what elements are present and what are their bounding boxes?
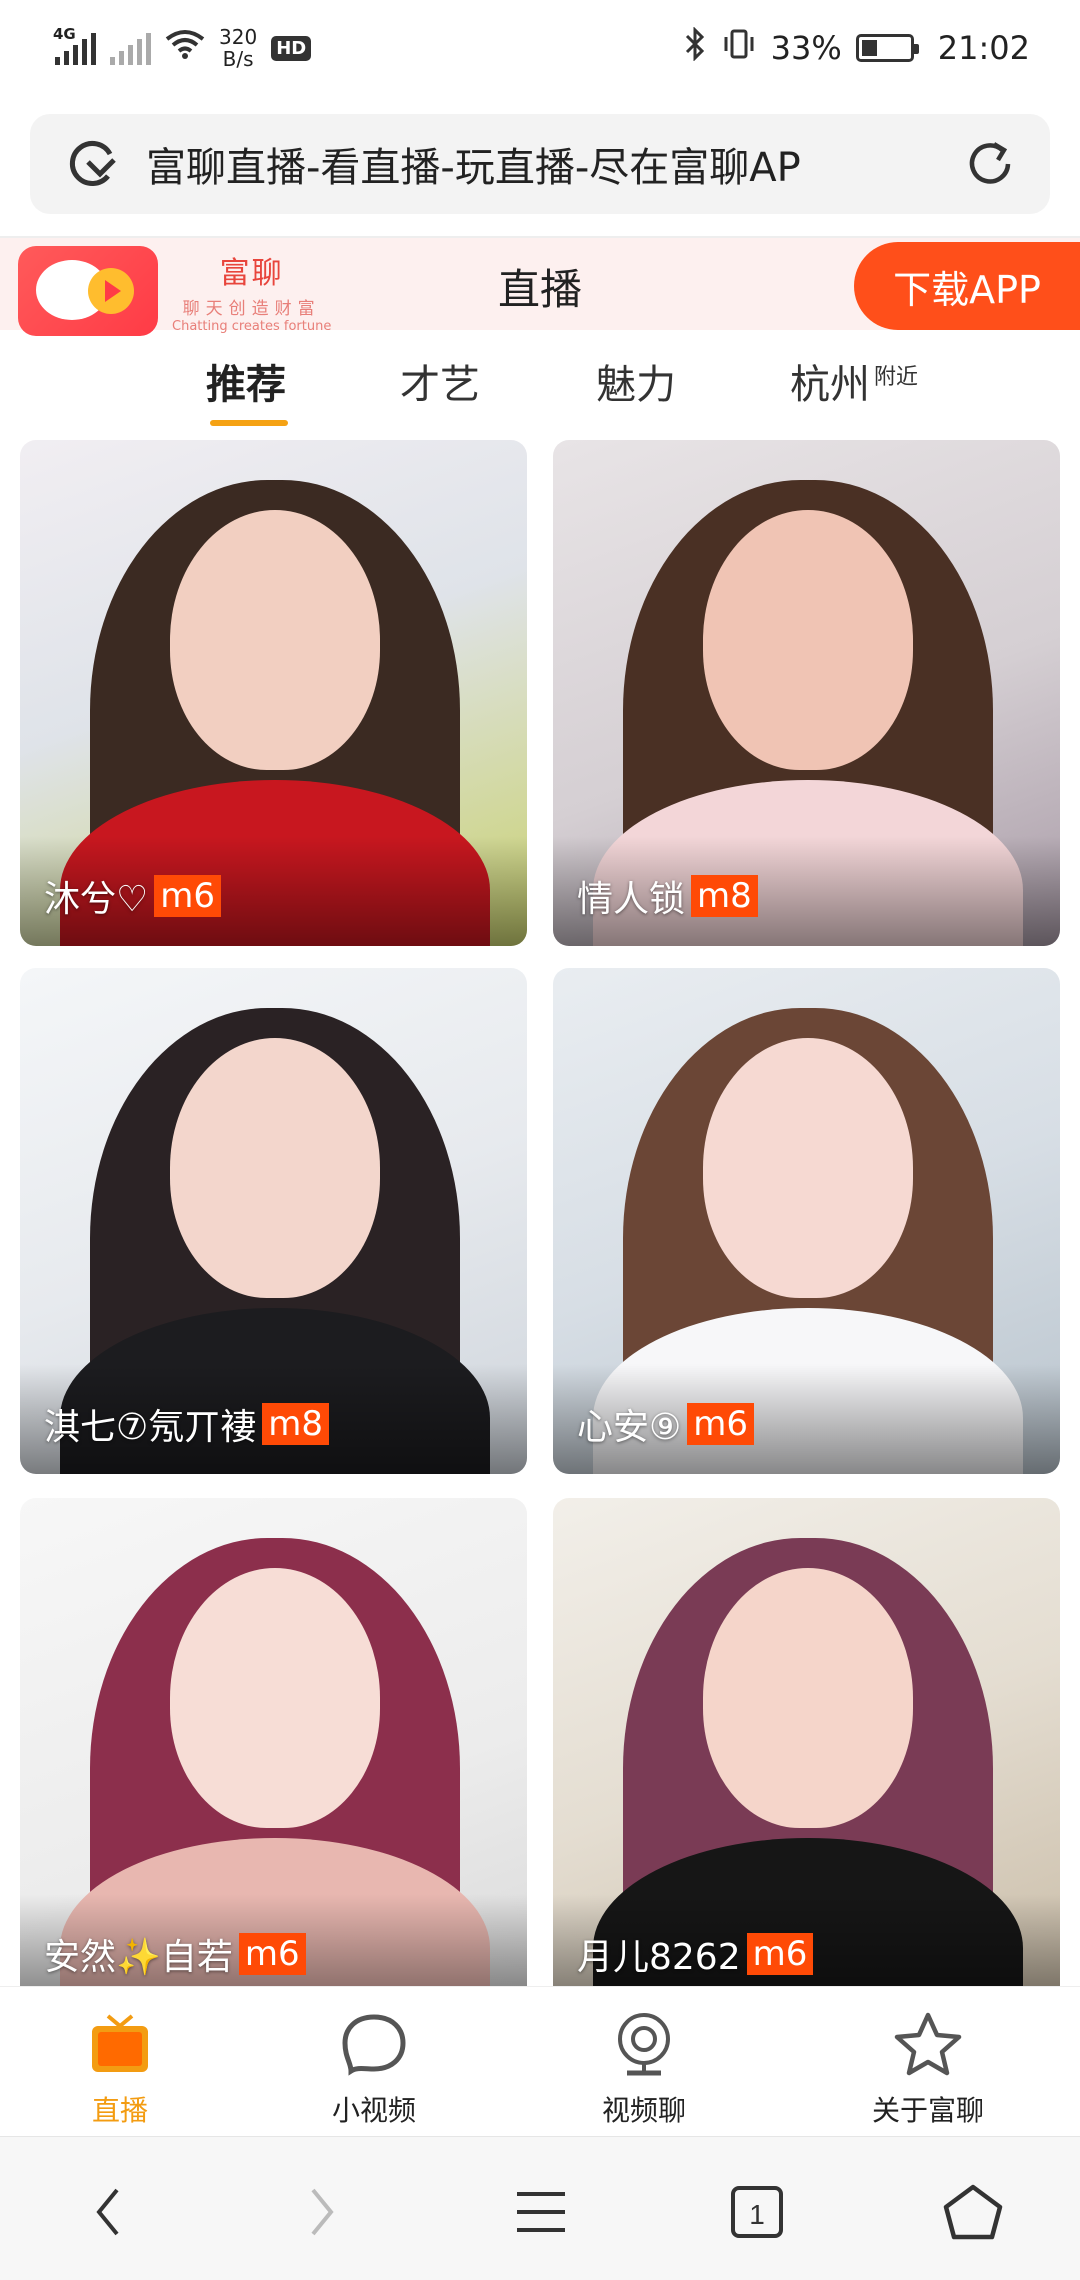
tab-charm[interactable]: 魅力 [596,352,676,410]
active-tab-indicator [210,420,288,426]
battery-icon [855,34,919,62]
tab-label: 推荐 [206,362,286,408]
vibrate-icon [721,28,757,68]
stream-card[interactable]: 沐兮♡ m6 [20,440,527,946]
secondary-signal-icon [110,31,151,65]
stream-card[interactable]: 淇七⑦氖丌褄 m8 [20,968,527,1474]
stream-card[interactable]: 心安⑨ m6 [553,968,1060,1474]
tabs-count-icon[interactable]: 1 [712,2167,802,2257]
streamer-name: 淇七⑦氖丌褄 [44,1407,257,1448]
clock: 21:02 [937,29,1030,67]
back-icon[interactable] [62,2167,152,2257]
nav-about[interactable]: 关于富聊 [828,2005,1028,2129]
nav-live[interactable]: 直播 [20,2005,220,2129]
address-bar[interactable]: 富聊直播-看直播-玩直播-尽在富聊AP [30,114,1050,214]
nav-label: 小视频 [331,2094,416,2127]
level-badge: m8 [691,875,758,917]
stream-card[interactable]: 情人锁 m8 [553,440,1060,946]
speed-value: 320 [219,25,258,49]
tab-label: 才艺 [400,362,480,408]
network-speed: 320 B/s [219,26,257,70]
streamer-name: 安然✨自若 [44,1937,233,1978]
tab-label: 杭州 [790,362,870,408]
home-icon[interactable] [928,2167,1018,2257]
status-bar: 4G 320 B/s HD 33% 21:02 [0,0,1080,96]
stream-grid: 沐兮♡ m6 情人锁 m8 淇七⑦氖丌褄 m8 心安⑨ m6 安然✨自若 m6 … [20,440,1060,1986]
stream-card[interactable]: 安然✨自若 m6 [20,1498,527,1986]
battery-percent: 33% [770,29,842,67]
streamer-name: 情人锁 [577,879,686,920]
speech-bubble-icon [274,2005,474,2083]
svg-text:1: 1 [749,2199,765,2230]
nav-video-chat[interactable]: 视频聊 [544,2005,744,2129]
status-left: 4G 320 B/s HD [53,25,312,70]
nav-label: 直播 [91,2094,148,2127]
download-app-button[interactable]: 下载APP [854,242,1080,330]
forward-icon[interactable] [278,2167,368,2257]
tab-talent[interactable]: 才艺 [400,352,480,410]
site-header: 富聊 聊天创造财富 Chatting creates fortune 直播 下载… [0,236,1080,336]
nav-short-video[interactable]: 小视频 [274,2005,474,2129]
streamer-name: 沐兮♡ [44,879,149,920]
bluetooth-icon [683,26,707,69]
tab-nearby[interactable]: 杭州 附近 [790,352,918,410]
page-title[interactable]: 富聊直播-看直播-玩直播-尽在富聊AP [146,135,960,193]
wifi-icon [165,29,205,67]
level-badge: m6 [154,875,222,917]
stream-card[interactable]: 月儿8262 m6 [553,1498,1060,1986]
nav-label: 关于富聊 [871,2094,984,2127]
menu-icon[interactable] [496,2167,586,2257]
status-right: 33% 21:02 [683,26,1030,69]
tab-recommend[interactable]: 推荐 [206,352,286,410]
category-tabs: 推荐 才艺 魅力 杭州 附近 [0,330,1080,432]
tv-icon [20,2005,220,2083]
system-navigation-bar: 1 [0,2136,1080,2280]
level-badge: m6 [238,1933,306,1975]
tab-sublabel: 附近 [874,365,919,390]
tab-label: 魅力 [596,362,676,408]
level-badge: m6 [687,1403,755,1445]
level-badge: m6 [746,1933,814,1975]
level-badge: m8 [262,1403,330,1445]
camera-icon [544,2005,744,2083]
streamer-name: 心安⑨ [577,1407,682,1448]
streamer-name: 月儿8262 [577,1937,741,1978]
speed-unit: B/s [222,47,254,71]
star-icon [828,2005,1028,2083]
nav-label: 视频聊 [601,2094,686,2127]
bottom-navigation: 直播 小视频 视频聊 关于富聊 [0,1986,1080,2136]
cellular-signal-icon: 4G [53,25,96,65]
reload-icon[interactable] [960,134,1020,194]
browser-logo-icon[interactable] [60,132,124,196]
hd-badge: HD [271,35,312,61]
